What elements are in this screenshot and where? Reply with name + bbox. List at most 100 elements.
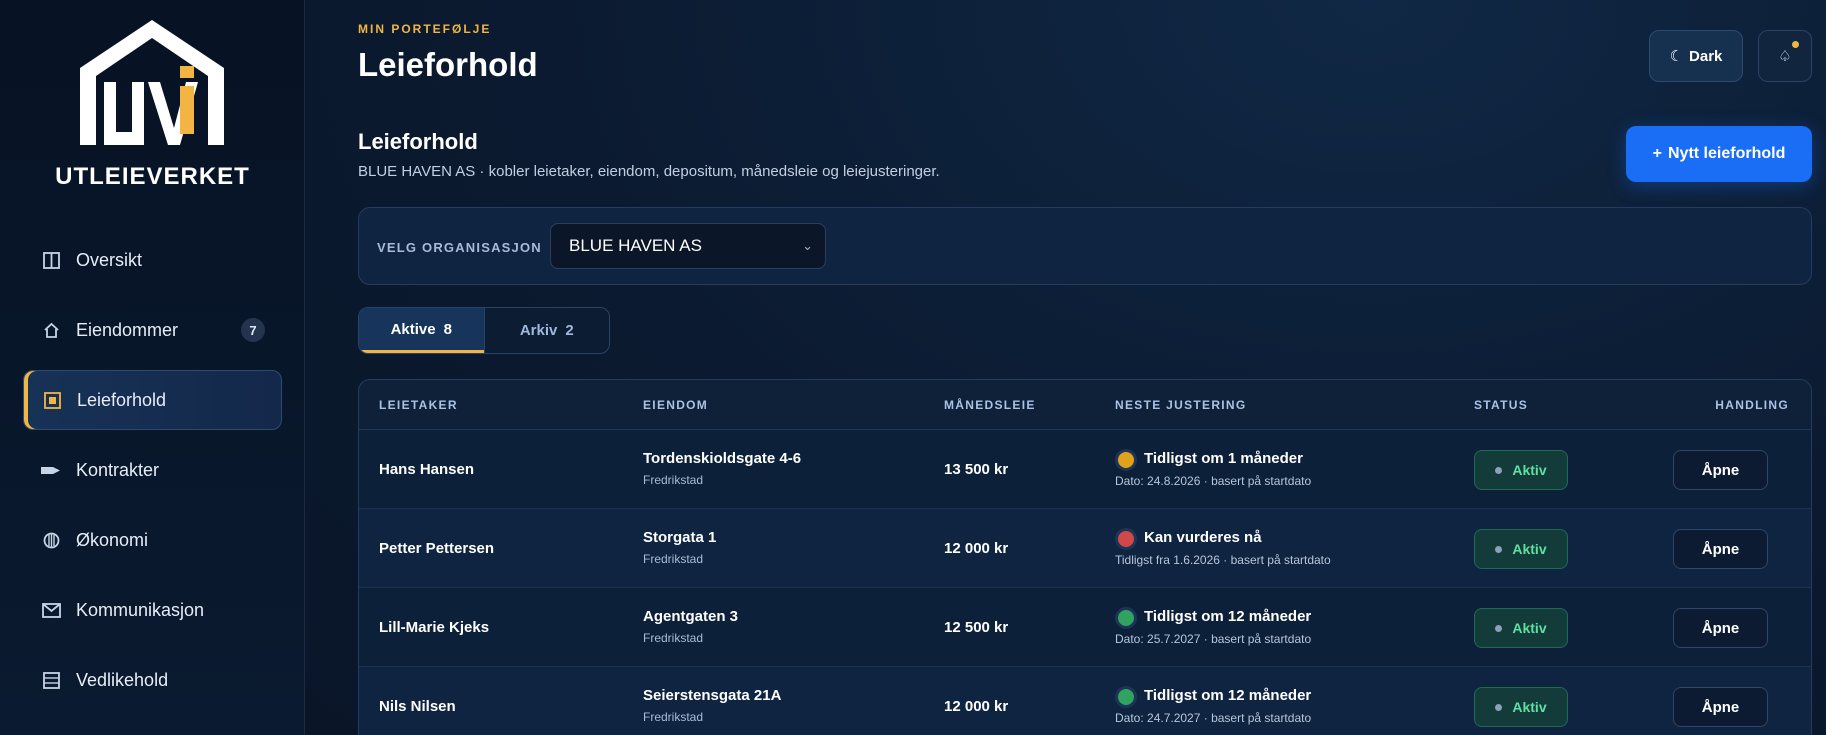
- status-badge: Aktiv: [1474, 687, 1568, 727]
- tab-label: Aktive: [390, 320, 436, 338]
- table-row[interactable]: Lill-Marie Kjeks Agentgaten 3 Fredriksta…: [359, 588, 1811, 667]
- status-dot-icon: [1495, 624, 1503, 632]
- adjustment-subtitle: Tidligst fra 1.6.2026 · basert på startd…: [1115, 553, 1331, 567]
- brand-logo[interactable]: UTLEIEVERKET: [40, 20, 265, 190]
- monthly-rent: 12 000 kr: [944, 540, 1009, 557]
- open-button[interactable]: Åpne: [1673, 450, 1768, 490]
- tenant-name: Hans Hansen: [379, 461, 475, 478]
- adjustment-title: Tidligst om 12 måneder: [1144, 687, 1312, 704]
- open-button[interactable]: Åpne: [1673, 529, 1768, 569]
- table-body: Hans Hansen Tordenskioldsgate 4-6 Fredri…: [359, 430, 1811, 735]
- list-icon: [40, 669, 62, 691]
- header-rent: MÅNEDSLEIE: [944, 398, 1036, 412]
- sidebar-item-label: Kommunikasjon: [76, 599, 205, 620]
- status-dot-icon: [1495, 466, 1503, 474]
- sidebar-nav: Oversikt Eiendommer 7 Leieforhold Kontra…: [23, 230, 282, 720]
- section-subtitle: BLUE HAVEN AS · kobler leietaker, eiendo…: [358, 163, 940, 180]
- monthly-rent: 13 500 kr: [944, 461, 1009, 478]
- sidebar-item-label: Kontrakter: [76, 459, 160, 480]
- coin-icon: [40, 529, 62, 551]
- sidebar-item-label: Vedlikehold: [76, 669, 169, 690]
- property-name: Agentgaten 3: [643, 608, 739, 625]
- property-name: Seierstensgata 21A: [643, 687, 782, 704]
- new-lease-button[interactable]: + Nytt leieforhold: [1626, 126, 1812, 182]
- tenant-name: Lill-Marie Kjeks: [379, 619, 490, 636]
- brand-name: UTLEIEVERKET: [55, 163, 250, 190]
- count-badge: 7: [241, 318, 265, 342]
- theme-label: Dark: [1689, 47, 1723, 65]
- pen-icon: [40, 459, 62, 481]
- square-icon: [41, 389, 63, 411]
- new-lease-label: Nytt leieforhold: [1668, 145, 1786, 162]
- status-label: Aktiv: [1512, 699, 1547, 715]
- adjustment-indicator-icon: [1115, 607, 1137, 629]
- monthly-rent: 12 500 kr: [944, 619, 1009, 636]
- status-badge: Aktiv: [1474, 450, 1568, 490]
- page-title: Leieforhold: [358, 46, 538, 83]
- table-row[interactable]: Nils Nilsen Seierstensgata 21A Fredrikst…: [359, 667, 1811, 735]
- tenant-name: Petter Pettersen: [379, 540, 495, 557]
- adjustment-title: Tidligst om 12 måneder: [1144, 608, 1312, 625]
- adjustment-indicator-icon: [1115, 449, 1137, 471]
- adjustment-title: Tidligst om 1 måneder: [1144, 450, 1303, 467]
- tab-arkiv[interactable]: Arkiv 2: [483, 308, 610, 353]
- sidebar-item-kommunikasjon[interactable]: Kommunikasjon: [23, 580, 282, 640]
- organization-select[interactable]: BLUE HAVEN AS ⌄: [550, 223, 826, 269]
- sidebar-item-label: Økonomi: [76, 529, 149, 550]
- section-title: Leieforhold: [358, 129, 478, 154]
- header-tenant: LEIETAKER: [379, 398, 458, 412]
- tab-aktive[interactable]: Aktive 8: [359, 308, 484, 353]
- adjustment-subtitle: Dato: 24.7.2027 · basert på startdato: [1115, 711, 1312, 725]
- table-row[interactable]: Hans Hansen Tordenskioldsgate 4-6 Fredri…: [359, 430, 1811, 509]
- notifications-button[interactable]: ♤: [1758, 30, 1812, 82]
- sidebar-item-vedlikehold[interactable]: Vedlikehold: [23, 650, 282, 710]
- organization-selected: BLUE HAVEN AS: [569, 236, 702, 255]
- table-row[interactable]: Petter Pettersen Storgata 1 Fredrikstad …: [359, 509, 1811, 588]
- tab-count: 2: [565, 322, 574, 339]
- property-name: Storgata 1: [643, 529, 717, 546]
- chevron-down-icon: ⌄: [802, 238, 813, 253]
- status-label: Aktiv: [1512, 541, 1547, 557]
- adjustment-title: Kan vurderes nå: [1144, 529, 1262, 546]
- theme-toggle-button[interactable]: ☾ Dark: [1649, 30, 1743, 82]
- organization-label: VELG ORGANISASJON: [377, 240, 542, 255]
- organization-card: VELG ORGANISASJON BLUE HAVEN AS ⌄: [358, 207, 1812, 285]
- tab-count: 8: [443, 320, 452, 338]
- main-content: MIN PORTEFØLJE Leieforhold ☾ Dark ♤ Leie…: [305, 0, 1826, 735]
- house-logo-icon: [80, 20, 224, 145]
- tenant-name: Nils Nilsen: [379, 698, 456, 715]
- sidebar-item-eiendommer[interactable]: Eiendommer 7: [23, 300, 282, 360]
- moon-icon: ☾: [1669, 48, 1684, 65]
- lease-table: LEIETAKER EIENDOM MÅNEDSLEIE NESTE JUSTE…: [358, 379, 1812, 735]
- status-label: Aktiv: [1512, 462, 1547, 478]
- header-action: HANDLING: [1715, 398, 1789, 412]
- adjustment-indicator-icon: [1115, 686, 1137, 708]
- status-label: Aktiv: [1512, 620, 1547, 636]
- property-city: Fredrikstad: [643, 552, 704, 566]
- sidebar-item-kontrakter[interactable]: Kontrakter: [23, 440, 282, 500]
- property-name: Tordenskioldsgate 4-6: [643, 450, 802, 467]
- bell-icon: ♤: [1778, 48, 1792, 65]
- open-button[interactable]: Åpne: [1673, 687, 1768, 727]
- monthly-rent: 12 000 kr: [944, 698, 1009, 715]
- sidebar-item-label: Leieforhold: [77, 389, 167, 410]
- open-button[interactable]: Åpne: [1673, 608, 1768, 648]
- sidebar-item-oversikt[interactable]: Oversikt: [23, 230, 282, 290]
- sidebar-item-leieforhold[interactable]: Leieforhold: [23, 370, 282, 430]
- header-status: STATUS: [1474, 398, 1529, 412]
- mail-icon: [40, 599, 62, 621]
- status-badge: Aktiv: [1474, 608, 1568, 648]
- sidebar-item-okonomi[interactable]: Økonomi: [23, 510, 282, 570]
- status-dot-icon: [1495, 545, 1503, 553]
- header-adjustment: NESTE JUSTERING: [1115, 398, 1247, 412]
- plus-icon: +: [1652, 145, 1662, 162]
- home-icon: [40, 319, 62, 341]
- lease-tabs: Aktive 8 Arkiv 2: [358, 307, 610, 354]
- page-eyebrow: MIN PORTEFØLJE: [358, 22, 492, 36]
- adjustment-subtitle: Dato: 25.7.2027 · basert på startdato: [1115, 632, 1312, 646]
- columns-icon: [40, 249, 62, 271]
- property-city: Fredrikstad: [643, 710, 704, 724]
- sidebar-item-label: Eiendommer: [76, 319, 179, 340]
- status-badge: Aktiv: [1474, 529, 1568, 569]
- table-header: LEIETAKER EIENDOM MÅNEDSLEIE NESTE JUSTE…: [359, 380, 1811, 430]
